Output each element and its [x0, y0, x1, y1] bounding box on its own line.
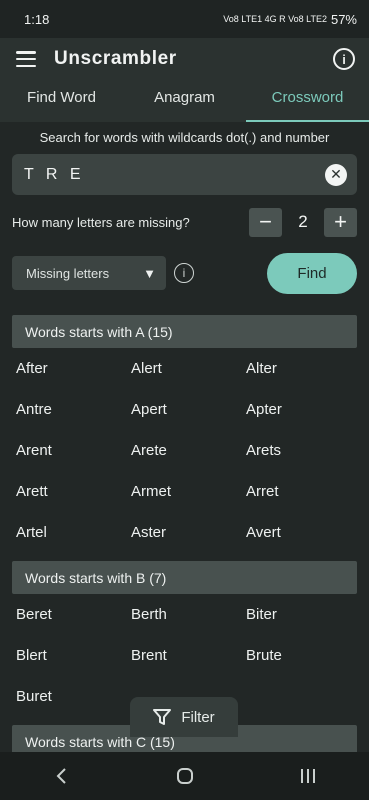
word-item[interactable]: Apter [246, 389, 361, 430]
word-grid-a: After Alert Alter Antre Apert Apter Arent Arete… [0, 348, 369, 553]
tab-anagram[interactable]: Anagram [123, 80, 246, 122]
recent-apps-icon[interactable] [278, 756, 338, 796]
word-item[interactable]: Beret [16, 594, 131, 635]
help-info-icon[interactable]: i [174, 263, 194, 283]
clear-icon[interactable]: ✕ [325, 163, 347, 186]
info-icon[interactable]: i [333, 48, 355, 70]
status-icons: Vo8 LTE1 4G R Vo8 LTE2 57% [223, 12, 357, 27]
word-item[interactable]: Armet [131, 471, 246, 512]
status-time: 1:18 [24, 11, 50, 27]
app-bar: Unscrambler i [0, 38, 369, 80]
missing-count: 2 [298, 212, 308, 231]
increment-button[interactable]: + [324, 207, 357, 237]
word-item[interactable]: Antre [16, 389, 131, 430]
status-bar: 1:18 Vo8 LTE1 4G R Vo8 LTE2 57% [0, 0, 369, 38]
tab-crossword[interactable]: Crossword [246, 80, 369, 122]
missing-letters-row: How many letters are missing? − 2 + [12, 207, 357, 237]
word-item[interactable]: Buret [16, 676, 131, 717]
word-item[interactable]: After [16, 348, 131, 389]
word-item[interactable]: Apert [131, 389, 246, 430]
home-icon[interactable] [155, 756, 215, 796]
search-input[interactable]: T R E [24, 166, 325, 184]
search-field[interactable]: T R E ✕ [12, 154, 357, 195]
chevron-down-icon: ▼ [143, 265, 156, 281]
word-item[interactable]: Arret [246, 471, 361, 512]
word-item[interactable]: Brent [131, 635, 246, 676]
search-hint: Search for words with wildcards dot(.) a… [39, 130, 330, 145]
mode-selected-label: Missing letters [26, 265, 110, 281]
word-item[interactable]: Arett [16, 471, 131, 512]
battery-level: 57% [330, 11, 357, 27]
word-item[interactable]: Alter [246, 348, 361, 389]
word-item[interactable]: Blert [16, 635, 131, 676]
menu-icon[interactable] [16, 51, 36, 67]
word-item[interactable]: Avert [246, 512, 361, 553]
word-item[interactable]: Brute [246, 635, 361, 676]
filter-label: Filter [181, 708, 215, 726]
filter-icon [153, 709, 172, 725]
word-item[interactable]: Arets [246, 430, 361, 471]
word-item[interactable]: Berth [131, 594, 246, 635]
find-button[interactable]: Find [267, 253, 357, 294]
app-title: Unscrambler [54, 48, 177, 69]
word-item[interactable]: Artel [16, 512, 131, 553]
missing-letters-label: How many letters are missing? [12, 214, 190, 230]
mode-dropdown[interactable]: Missing letters ▼ [12, 256, 166, 290]
system-nav-bar [0, 752, 369, 800]
word-item[interactable]: Arent [16, 430, 131, 471]
signal-indicators: Vo8 LTE1 4G R Vo8 LTE2 [223, 14, 327, 24]
word-item[interactable]: Aster [131, 512, 246, 553]
decrement-button[interactable]: − [249, 207, 282, 237]
tab-find-word[interactable]: Find Word [0, 80, 123, 122]
word-item[interactable]: Alert [131, 348, 246, 389]
results-list: Words starts with A (15) After Alert Alter… [0, 315, 369, 758]
group-header-a: Words starts with A (15) [12, 315, 357, 348]
group-header-b: Words starts with B (7) [12, 561, 357, 594]
filter-button[interactable]: Filter [130, 697, 238, 737]
back-icon[interactable] [32, 756, 92, 796]
word-item[interactable]: Arete [131, 430, 246, 471]
word-item[interactable]: Biter [246, 594, 361, 635]
tab-bar: Find Word Anagram Crossword [0, 80, 369, 122]
